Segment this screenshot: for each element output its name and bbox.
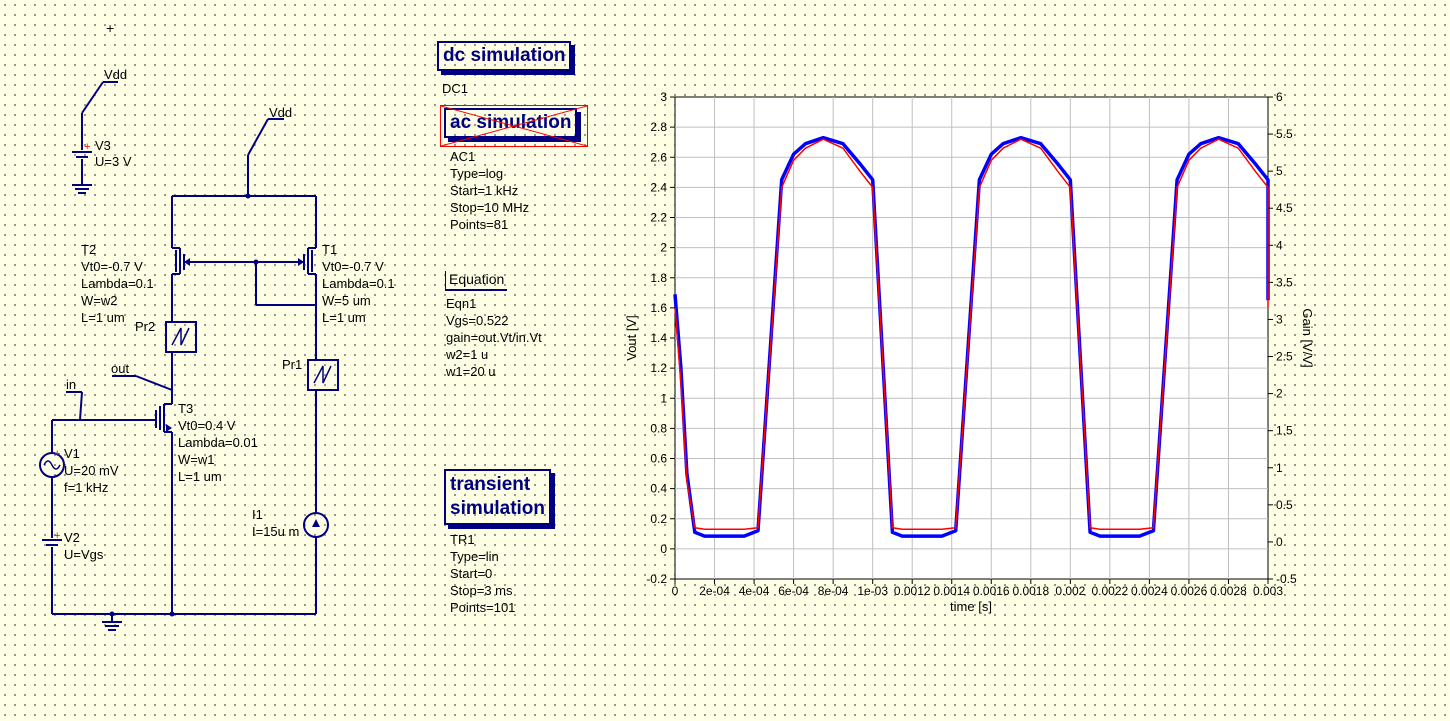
y2-tick-label: 5 — [1276, 164, 1283, 178]
x-tick-label: 4e-04 — [739, 584, 770, 598]
y-tick-label: 2.6 — [650, 150, 667, 164]
y2-tick-label: 2.5 — [1276, 350, 1293, 364]
y-tick-label: 1.2 — [650, 361, 667, 375]
x-tick-label: 0.0012 — [894, 584, 931, 598]
x-tick-label: 0.0028 — [1210, 584, 1247, 598]
y-tick-label: 2.2 — [650, 211, 667, 225]
x-tick-label: 0.0026 — [1171, 584, 1208, 598]
y-tick-label: 1 — [660, 391, 667, 405]
x-tick-label: 2e-04 — [699, 584, 730, 598]
x-tick-label: 0.002 — [1055, 584, 1085, 598]
y2-tick-label: 3.5 — [1276, 275, 1293, 289]
x-tick-label: 0.0022 — [1092, 584, 1129, 598]
y2-tick-label: 2 — [1276, 387, 1283, 401]
x-tick-label: 0.0024 — [1131, 584, 1168, 598]
y2-tick-label: -0.5 — [1276, 572, 1297, 586]
x-tick-label: 0.0014 — [933, 584, 970, 598]
y2-tick-label: 0 — [1276, 535, 1283, 549]
y2-tick-label: 3 — [1276, 312, 1283, 326]
y-tick-label: 0.2 — [650, 512, 667, 526]
y-tick-label: 1.6 — [650, 301, 667, 315]
x-tick-label: 6e-04 — [778, 584, 809, 598]
y-tick-label: 0.8 — [650, 421, 667, 435]
y-axis-label: Vout [V] — [624, 315, 639, 361]
y-tick-label: 1.8 — [650, 271, 667, 285]
y-tick-label: 2 — [660, 241, 667, 255]
x-tick-label: 0.0018 — [1012, 584, 1049, 598]
x-axis-label: time [s] — [950, 599, 992, 614]
x-tick-label: 1e-03 — [857, 584, 888, 598]
y-tick-label: 0.4 — [650, 482, 667, 496]
y-tick-label: 2.4 — [650, 180, 667, 194]
x-tick-label: 8e-04 — [818, 584, 849, 598]
y2-tick-label: 0.5 — [1276, 498, 1293, 512]
y-tick-label: -0.2 — [646, 572, 667, 586]
y2-tick-label: 1 — [1276, 461, 1283, 475]
x-tick-label: 0 — [672, 584, 679, 598]
y2-tick-label: 4.5 — [1276, 201, 1293, 215]
x-tick-label: 0.003 — [1253, 584, 1283, 598]
y2-tick-label: 1.5 — [1276, 424, 1293, 438]
y-tick-label: 1.4 — [650, 331, 667, 345]
y2-tick-label: 6 — [1276, 90, 1283, 104]
y-tick-label: 3 — [660, 90, 667, 104]
y-tick-label: 0 — [660, 542, 667, 556]
y-tick-label: 0.6 — [650, 452, 667, 466]
transient-chart[interactable]: 0 2e-04 4e-04 6e-04 8e-04 1e-03 0.0012 0.0014 0.… — [0, 0, 1450, 721]
y2-axis-label: Gain [V/V] — [1300, 308, 1315, 367]
x-tick-label: 0.0016 — [973, 584, 1010, 598]
y2-tick-label: 4 — [1276, 238, 1283, 252]
y2-tick-label: 5.5 — [1276, 127, 1293, 141]
y-tick-label: 2.8 — [650, 120, 667, 134]
